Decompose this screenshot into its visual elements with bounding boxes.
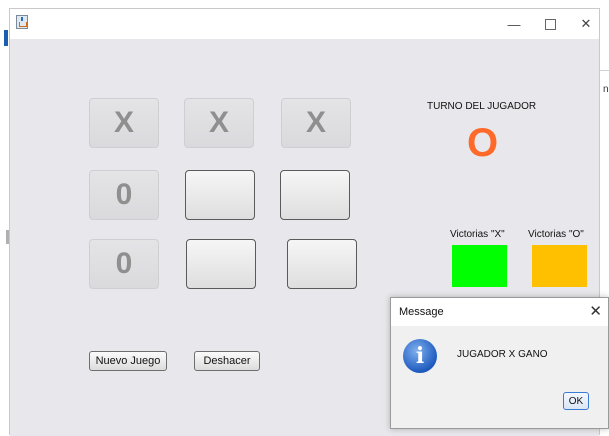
undo-button[interactable]: Deshacer xyxy=(194,351,260,371)
wins-x-label: Victorias "X" xyxy=(450,229,505,240)
board-cell-r2c2[interactable] xyxy=(185,170,255,220)
java-icon xyxy=(16,15,28,29)
dialog-message: JUGADOR X GANO xyxy=(457,349,548,360)
board-cell-r3c3[interactable] xyxy=(287,239,357,289)
close-button[interactable]: ✕ xyxy=(563,9,609,39)
board-cell-r3c2[interactable] xyxy=(186,239,256,289)
current-player: O xyxy=(467,121,499,165)
background-divider xyxy=(600,70,609,71)
title-bar[interactable]: — ✕ xyxy=(10,9,599,39)
wins-o-label: Victorias "O" xyxy=(528,229,584,240)
board-cell-r1c2[interactable]: X xyxy=(184,98,254,148)
board-cell-r2c1[interactable]: 0 xyxy=(89,170,159,220)
board-cell-r1c3[interactable]: X xyxy=(281,98,351,148)
background-window-edge xyxy=(0,0,9,435)
dialog-title-bar[interactable]: Message ✕ xyxy=(391,298,608,326)
background-text-fragment: n xyxy=(603,84,609,95)
turn-label: TURNO DEL JUGADOR xyxy=(427,101,537,112)
new-game-button[interactable]: Nuevo Juego xyxy=(89,351,167,371)
ok-button[interactable]: OK xyxy=(563,392,589,410)
maximize-icon xyxy=(544,18,556,30)
wins-x-indicator xyxy=(452,245,507,287)
board-cell-r3c1[interactable]: 0 xyxy=(89,239,159,289)
background-accent xyxy=(4,30,8,46)
info-icon: i xyxy=(403,339,437,373)
dialog-title: Message xyxy=(399,306,444,318)
message-dialog: Message ✕ i JUGADOR X GANO OK xyxy=(390,297,609,429)
dialog-close-button[interactable]: ✕ xyxy=(589,302,602,320)
board-cell-r2c3[interactable] xyxy=(280,170,350,220)
board-cell-r1c1[interactable]: X xyxy=(89,98,159,148)
wins-o-indicator xyxy=(532,245,587,287)
